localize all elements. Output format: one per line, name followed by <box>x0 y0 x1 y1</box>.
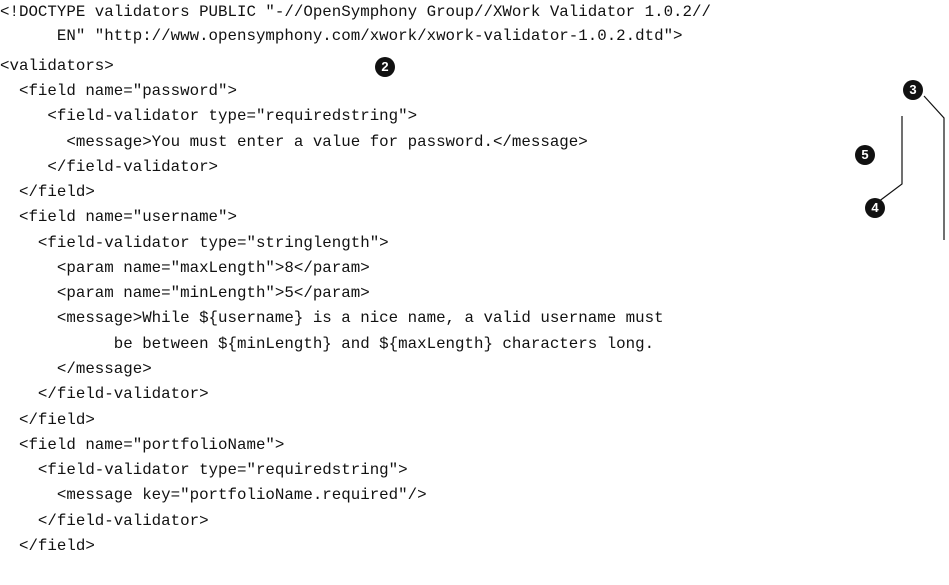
code-line-18: <field name="portfolioName"> <box>0 436 285 454</box>
code-line-1: <!DOCTYPE validators PUBLIC "-//OpenSymp… <box>0 3 711 21</box>
code-line-7: </field-validator> <box>0 158 219 176</box>
callout-3: 3 <box>903 80 923 100</box>
callout-5: 5 <box>855 145 875 165</box>
code-line-4: <field name="password"> <box>0 82 237 100</box>
code-line-19: <field-validator type="requiredstring"> <box>0 461 408 479</box>
code-line-12: <param name="minLength">5</param> <box>0 284 370 302</box>
code-line-2: EN" "http://www.opensymphony.com/xwork/x… <box>0 27 683 45</box>
code-line-16: </field-validator> <box>0 385 209 403</box>
code-line-10: <field-validator type="stringlength"> <box>0 234 389 252</box>
code-line-15: </message> <box>0 360 152 378</box>
code-line-6: <message>You must enter a value for pass… <box>0 133 588 151</box>
callout-2: 2 <box>375 57 395 77</box>
code-line-22: </field> <box>0 537 95 555</box>
code-line-13: <message>While ${username} is a nice nam… <box>0 309 664 327</box>
code-line-9: <field name="username"> <box>0 208 237 226</box>
callout-4: 4 <box>865 198 885 218</box>
code-listing: <!DOCTYPE validators PUBLIC "-//OpenSymp… <box>0 0 949 585</box>
code-line-5: <field-validator type="requiredstring"> <box>0 107 418 125</box>
code-line-17: </field> <box>0 411 95 429</box>
code-line-11: <param name="maxLength">8</param> <box>0 259 370 277</box>
code-line-8: </field> <box>0 183 95 201</box>
code-line-14: be between ${minLength} and ${maxLength}… <box>0 335 655 353</box>
code-line-21: </field-validator> <box>0 512 209 530</box>
code-line-3: <validators> <box>0 57 114 75</box>
code-line-20: <message key="portfolioName.required"/> <box>0 486 427 504</box>
